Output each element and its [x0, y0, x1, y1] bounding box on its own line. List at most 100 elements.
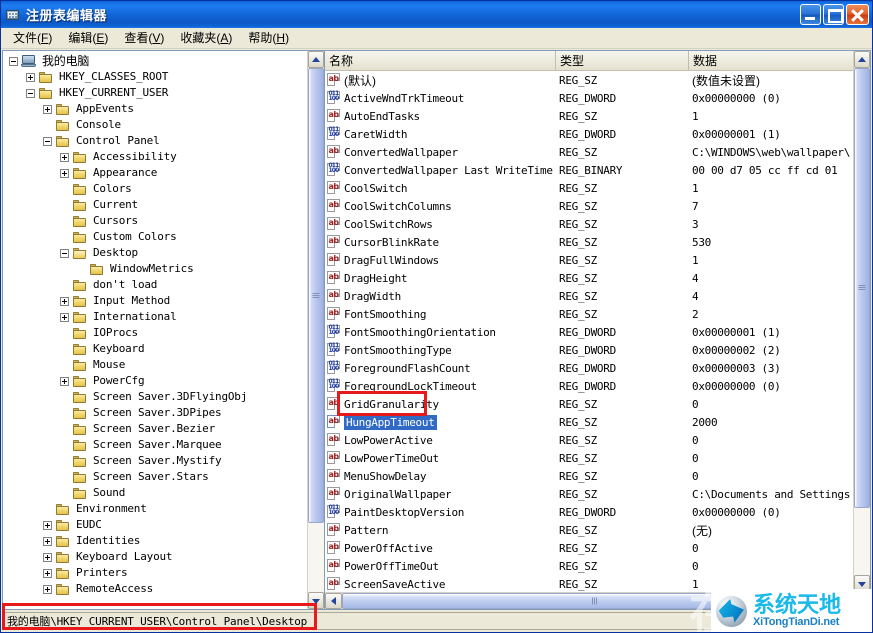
- value-row[interactable]: abPatternREG_SZ(无): [325, 521, 853, 539]
- value-row[interactable]: abDragWidthREG_SZ4: [325, 287, 853, 305]
- values-scroll-left-button[interactable]: [325, 593, 342, 609]
- value-row[interactable]: abLowPowerActiveREG_SZ0: [325, 431, 853, 449]
- tree-node-control-panel[interactable]: Control Panel: [3, 133, 307, 149]
- menu-item-3[interactable]: 查看(V): [116, 27, 172, 49]
- value-row[interactable]: abCursorBlinkRateREG_SZ530: [325, 233, 853, 251]
- value-row[interactable]: abFontSmoothingREG_SZ2: [325, 305, 853, 323]
- expand-toggle-icon[interactable]: [26, 73, 35, 82]
- tree-node-[interactable]: 我的电脑: [3, 53, 307, 69]
- column-header-data[interactable]: 数据: [689, 51, 853, 70]
- expand-toggle-icon[interactable]: [43, 105, 52, 114]
- tree-node-keyboard-layout[interactable]: Keyboard Layout: [3, 549, 307, 565]
- tree-node-hkey-classes-root[interactable]: HKEY_CLASSES_ROOT: [3, 69, 307, 85]
- value-row[interactable]: abScreenSaveActiveREG_SZ1: [325, 575, 853, 592]
- value-row[interactable]: 011 100FontSmoothingOrientationREG_DWORD…: [325, 323, 853, 341]
- value-row[interactable]: abPowerOffTimeOutREG_SZ0: [325, 557, 853, 575]
- tree-node-appearance[interactable]: Appearance: [3, 165, 307, 181]
- values-list[interactable]: ab(默认)REG_SZ(数值未设置)011 100ActiveWndTrkTi…: [325, 71, 853, 592]
- menu-item-1[interactable]: 文件(F): [5, 27, 60, 49]
- menu-item-2[interactable]: 编辑(E): [60, 27, 116, 49]
- tree-node-input-method[interactable]: Input Method: [3, 293, 307, 309]
- expand-toggle-icon[interactable]: [43, 585, 52, 594]
- expand-toggle-icon[interactable]: [60, 313, 69, 322]
- tree-node-current[interactable]: Current: [3, 197, 307, 213]
- values-horizontal-scrollbar[interactable]: [325, 592, 870, 609]
- tree-node-cursors[interactable]: Cursors: [3, 213, 307, 229]
- tree-node-mouse[interactable]: Mouse: [3, 357, 307, 373]
- value-row[interactable]: abCoolSwitchRowsREG_SZ3: [325, 215, 853, 233]
- tree-node-identities[interactable]: Identities: [3, 533, 307, 549]
- expand-toggle-icon[interactable]: [43, 537, 52, 546]
- tree-node-screen-saver-marquee[interactable]: Screen Saver.Marquee: [3, 437, 307, 453]
- value-row[interactable]: abAutoEndTasksREG_SZ1: [325, 107, 853, 125]
- expand-toggle-icon[interactable]: [43, 569, 52, 578]
- column-header-type[interactable]: 类型: [556, 51, 689, 70]
- values-hscroll-track[interactable]: [342, 593, 870, 609]
- tree-node-hkey-current-user[interactable]: HKEY_CURRENT_USER: [3, 85, 307, 101]
- values-hscroll-thumb[interactable]: [342, 593, 849, 609]
- tree-node-screen-saver-bezier[interactable]: Screen Saver.Bezier: [3, 421, 307, 437]
- value-row[interactable]: abDragHeightREG_SZ4: [325, 269, 853, 287]
- value-row[interactable]: abLowPowerTimeOutREG_SZ0: [325, 449, 853, 467]
- tree-node-screen-saver-3dpipes[interactable]: Screen Saver.3DPipes: [3, 405, 307, 421]
- tree-scroll-thumb[interactable]: [308, 68, 324, 523]
- minimize-button[interactable]: [800, 4, 821, 25]
- menu-item-4[interactable]: 收藏夹(A): [172, 27, 240, 49]
- tree-node-windowmetrics[interactable]: WindowMetrics: [3, 261, 307, 277]
- value-row[interactable]: 011 100ForegroundLockTimeoutREG_DWORD0x0…: [325, 377, 853, 395]
- registry-tree[interactable]: 我的电脑HKEY_CLASSES_ROOTHKEY_CURRENT_USERAp…: [3, 51, 307, 609]
- expand-toggle-icon[interactable]: [60, 377, 69, 386]
- expand-toggle-icon[interactable]: [60, 153, 69, 162]
- value-row[interactable]: 011 100PaintDesktopVersionREG_DWORD0x000…: [325, 503, 853, 521]
- value-row[interactable]: 011 100ActiveWndTrkTimeoutREG_DWORD0x000…: [325, 89, 853, 107]
- tree-node-console[interactable]: Console: [3, 117, 307, 133]
- tree-node-screen-saver-mystify[interactable]: Screen Saver.Mystify: [3, 453, 307, 469]
- tree-node-appevents[interactable]: AppEvents: [3, 101, 307, 117]
- expand-toggle-icon[interactable]: [60, 249, 69, 258]
- value-row[interactable]: abCoolSwitchColumnsREG_SZ7: [325, 197, 853, 215]
- tree-node-custom-colors[interactable]: Custom Colors: [3, 229, 307, 245]
- value-row[interactable]: 011 100ForegroundFlashCountREG_DWORD0x00…: [325, 359, 853, 377]
- value-row[interactable]: abPowerOffActiveREG_SZ0: [325, 539, 853, 557]
- tree-node-printers[interactable]: Printers: [3, 565, 307, 581]
- expand-toggle-icon[interactable]: [26, 89, 35, 98]
- value-row[interactable]: abOriginalWallpaperREG_SZC:\Documents an…: [325, 485, 853, 503]
- expand-toggle-icon[interactable]: [43, 521, 52, 530]
- tree-node-screen-saver-stars[interactable]: Screen Saver.Stars: [3, 469, 307, 485]
- value-row[interactable]: abDragFullWindowsREG_SZ1: [325, 251, 853, 269]
- tree-scroll-track[interactable]: [308, 68, 324, 592]
- value-row[interactable]: abMenuShowDelayREG_SZ0: [325, 467, 853, 485]
- value-row[interactable]: 011 100ConvertedWallpaper Last WriteTime…: [325, 161, 853, 179]
- maximize-button[interactable]: [823, 4, 844, 25]
- tree-node-keyboard[interactable]: Keyboard: [3, 341, 307, 357]
- value-row[interactable]: abCoolSwitchREG_SZ1: [325, 179, 853, 197]
- expand-toggle-icon[interactable]: [43, 137, 52, 146]
- close-button[interactable]: [846, 4, 869, 25]
- value-row[interactable]: 011 100FontSmoothingTypeREG_DWORD0x00000…: [325, 341, 853, 359]
- expand-toggle-icon[interactable]: [60, 169, 69, 178]
- value-row[interactable]: ab(默认)REG_SZ(数值未设置): [325, 71, 853, 89]
- tree-node-desktop[interactable]: Desktop: [3, 245, 307, 261]
- tree-node-sound[interactable]: Sound: [3, 485, 307, 501]
- values-scroll-thumb[interactable]: [854, 68, 870, 508]
- tree-node-ioprocs[interactable]: IOProcs: [3, 325, 307, 341]
- tree-node-powercfg[interactable]: PowerCfg: [3, 373, 307, 389]
- tree-node-international[interactable]: International: [3, 309, 307, 325]
- tree-node-remoteaccess[interactable]: RemoteAccess: [3, 581, 307, 597]
- value-row[interactable]: abConvertedWallpaperREG_SZC:\WINDOWS\web…: [325, 143, 853, 161]
- expand-toggle-icon[interactable]: [60, 297, 69, 306]
- values-vertical-scrollbar[interactable]: [853, 51, 870, 592]
- tree-node-screen-saver-3dflyingobj[interactable]: Screen Saver.3DFlyingObj: [3, 389, 307, 405]
- expand-toggle-icon[interactable]: [43, 553, 52, 562]
- tree-node-colors[interactable]: Colors: [3, 181, 307, 197]
- tree-node-don-t-load[interactable]: don't load: [3, 277, 307, 293]
- expand-toggle-icon[interactable]: [9, 57, 18, 66]
- value-row[interactable]: abHungAppTimeoutREG_SZ2000: [325, 413, 853, 431]
- value-row[interactable]: 011 100CaretWidthREG_DWORD0x00000001 (1): [325, 125, 853, 143]
- tree-node-eudc[interactable]: EUDC: [3, 517, 307, 533]
- value-row[interactable]: abGridGranularityREG_SZ0: [325, 395, 853, 413]
- column-header-name[interactable]: 名称: [325, 51, 556, 70]
- tree-node-environment[interactable]: Environment: [3, 501, 307, 517]
- tree-vertical-scrollbar[interactable]: [307, 51, 324, 609]
- tree-node-accessibility[interactable]: Accessibility: [3, 149, 307, 165]
